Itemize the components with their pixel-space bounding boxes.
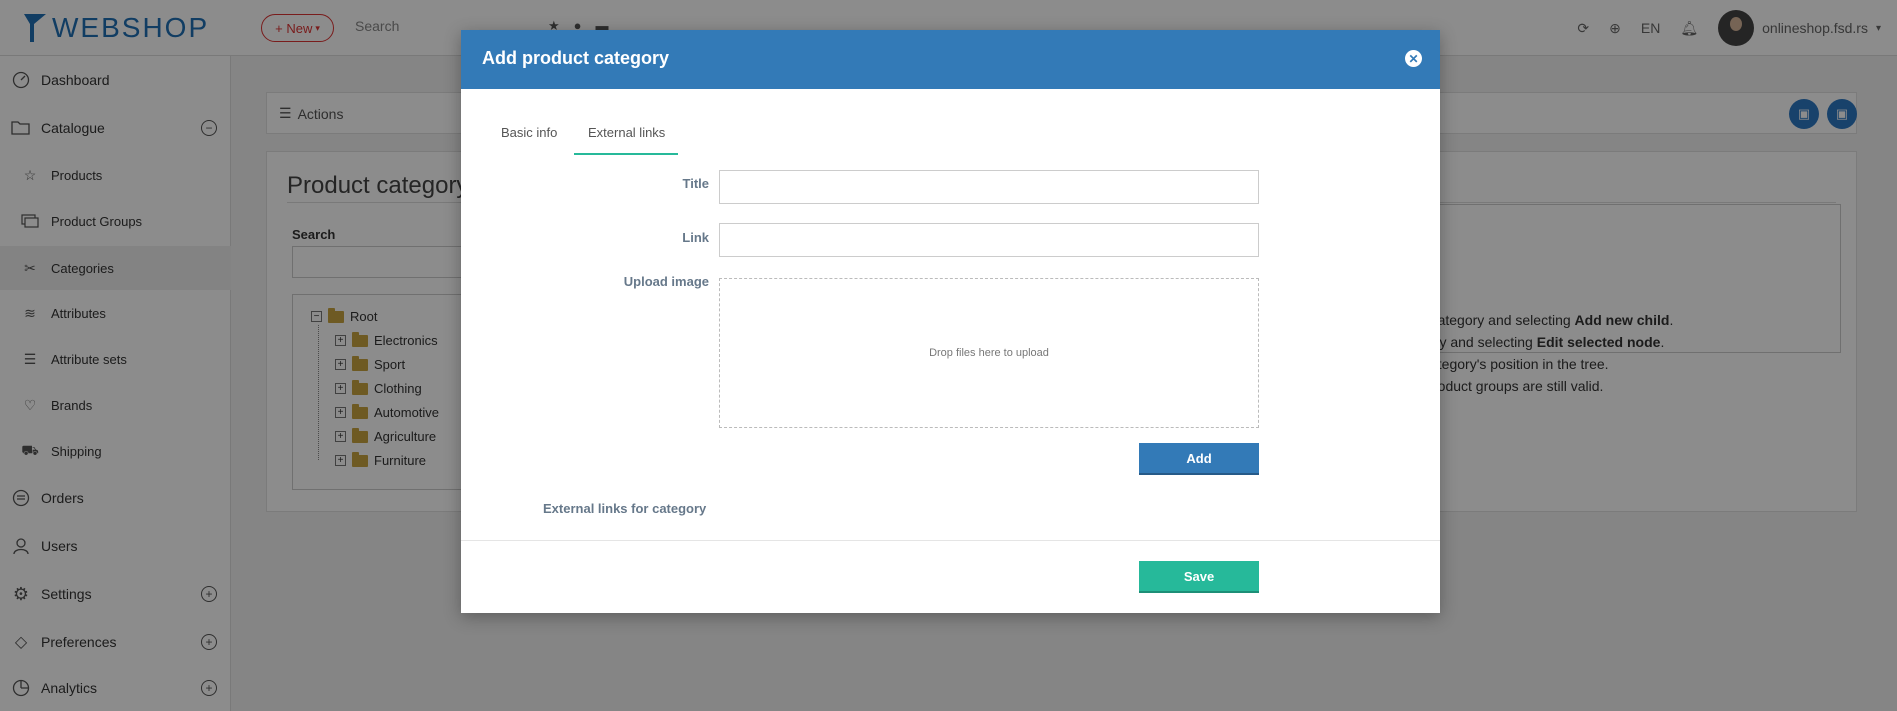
- active-tab-indicator: [574, 153, 678, 155]
- add-category-modal: Add product category ✕ Basic info Extern…: [461, 30, 1440, 613]
- title-label: Title: [682, 176, 710, 191]
- link-label: Link: [682, 230, 709, 245]
- add-button[interactable]: Add: [1139, 443, 1259, 475]
- dropzone-text: Drop files here to upload: [929, 347, 1049, 359]
- tab-external-links[interactable]: External links: [588, 125, 665, 140]
- image-dropzone[interactable]: Drop files here to upload: [719, 278, 1259, 428]
- tab-basic-info[interactable]: Basic info: [501, 125, 557, 140]
- save-button[interactable]: Save: [1139, 561, 1259, 593]
- upload-image-label: Upload image: [623, 274, 709, 289]
- modal-title: Add product category: [482, 48, 670, 68]
- external-links-section-label: External links for category: [543, 501, 707, 516]
- close-icon[interactable]: ✕: [1405, 50, 1422, 67]
- modal-header: Add product category ✕: [461, 30, 1440, 89]
- link-input[interactable]: [719, 223, 1259, 257]
- title-input[interactable]: [719, 170, 1259, 204]
- modal-footer-divider: [461, 540, 1440, 541]
